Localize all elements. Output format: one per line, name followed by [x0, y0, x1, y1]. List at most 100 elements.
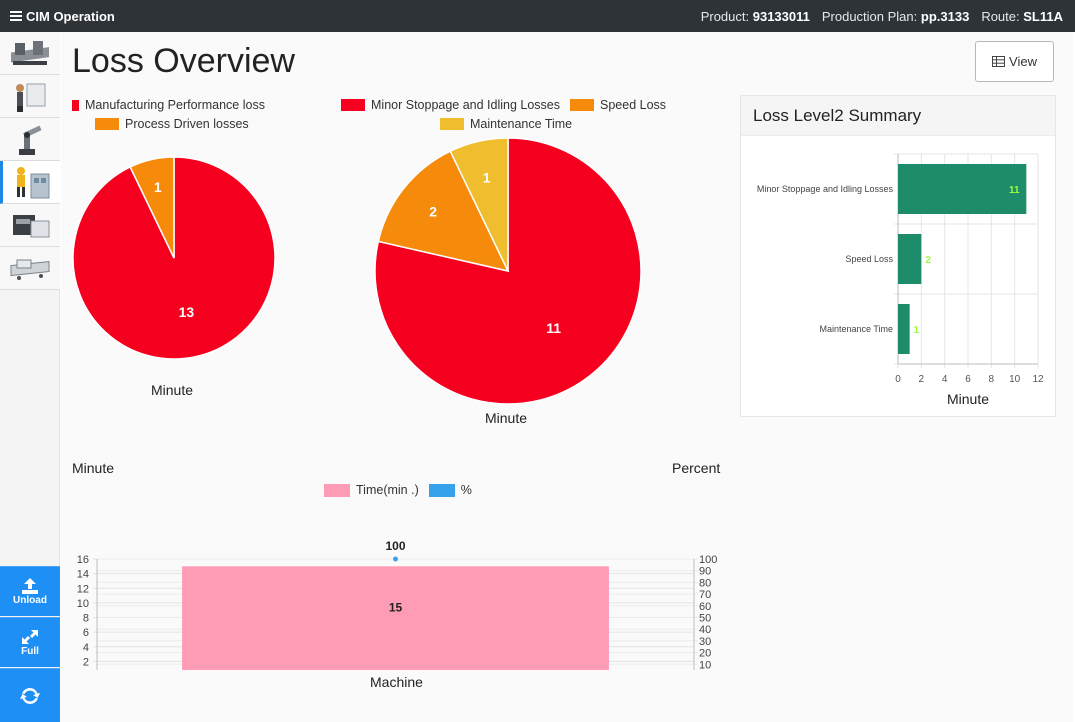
summary-bar-chart: 0 2 4 6 8 10 12Minor Stoppage and Idling Losse… — [757, 153, 1044, 407]
y-right-tick-label: 20 — [699, 648, 711, 660]
y-right-tick-label: 70 — [699, 589, 711, 601]
y-right-tick-label: 90 — [699, 566, 711, 578]
y-right-tick-label: 100 — [699, 554, 717, 566]
product-value: 93133011 — [752, 8, 810, 24]
x-tick-label: 4 — [942, 374, 948, 385]
y-left-tick-label: 16 — [77, 554, 89, 566]
page-title: Loss Overview — [72, 42, 295, 80]
refresh-icon — [20, 687, 40, 704]
bar — [898, 164, 1027, 214]
full-label: Full — [21, 646, 39, 657]
plan-value: pp.3133 — [920, 8, 970, 24]
x-tick-label: 10 — [1009, 374, 1021, 385]
legend-swatch — [95, 118, 119, 130]
top-bar: CIM Operation Product: 93133011 Producti… — [0, 0, 1075, 32]
right-axis-title: Percent — [672, 460, 721, 476]
y-tick-label: Maintenance Time — [819, 324, 893, 334]
machine-icon — [13, 215, 50, 238]
x-axis-title: Machine — [370, 674, 423, 690]
sidebar-item-machine[interactable] — [0, 204, 60, 247]
y-left-tick-label: 14 — [77, 569, 89, 581]
legend-swatch — [341, 99, 365, 111]
combo-legend: Time(min .) % — [324, 483, 472, 497]
app-title: CIM Operation — [26, 8, 115, 24]
y-tick-label: Minor Stoppage and Idling Losses — [757, 184, 894, 194]
y-right-tick-label: 50 — [699, 613, 711, 625]
assembly-line-icon — [11, 41, 49, 65]
legend-label[interactable]: Process Driven losses — [125, 117, 249, 131]
y-left-tick-label: 6 — [83, 627, 89, 639]
pie1-legend-2: Process Driven losses — [95, 117, 249, 131]
legend-label[interactable]: Speed Loss — [600, 98, 666, 112]
x-tick-label: 12 — [1032, 374, 1044, 385]
x-tick-label: 2 — [919, 374, 925, 385]
pie-data-label: 11 — [546, 320, 561, 336]
sidebar-item-operator[interactable] — [0, 161, 60, 204]
x-tick-label: 8 — [989, 374, 995, 385]
bar-data-label: 15 — [389, 600, 403, 614]
main-content: Loss Overview View Manufacturing Perform… — [61, 32, 1073, 722]
legend-label[interactable]: % — [461, 483, 472, 497]
expand-icon — [22, 630, 38, 644]
sidebar-item-assembly[interactable] — [0, 32, 60, 75]
legend-label[interactable]: Time(min .) — [356, 483, 419, 497]
pie2-caption: Minute — [485, 410, 528, 426]
bar — [182, 566, 609, 670]
loss-summary-panel: Loss Level2 Summary 0 2 4 6 8 10 12 Minor Stopp… — [740, 95, 1056, 417]
legend-label[interactable]: Minor Stoppage and Idling Losses — [371, 98, 560, 112]
production-info: Product: 93133011 Production Plan: pp.31… — [701, 9, 1063, 24]
inspection-icon — [16, 83, 46, 112]
x-tick-label: 0 — [895, 374, 901, 385]
y-right-tick-label: 80 — [699, 577, 711, 589]
menu-icon[interactable] — [10, 9, 22, 23]
pie2-legend-2: Maintenance Time — [440, 117, 572, 131]
machine-combo-chart: 0246810121416010203040506070809010015100… — [77, 539, 717, 670]
percent-point — [393, 556, 398, 562]
robot-arm-icon — [19, 125, 42, 155]
pie1-legend: Manufacturing Performance loss — [72, 98, 265, 112]
route-value: SL11A — [1023, 8, 1063, 24]
x-axis-title: Minute — [947, 391, 989, 407]
y-left-tick-label: 10 — [77, 598, 89, 610]
legend-label[interactable]: Maintenance Time — [470, 117, 572, 131]
pie-data-label: 1 — [154, 179, 162, 195]
app-brand[interactable]: CIM Operation — [10, 9, 115, 24]
legend-swatch — [324, 483, 350, 497]
unload-label: Unload — [13, 595, 47, 606]
table-icon — [992, 56, 1006, 67]
legend-swatch — [428, 483, 455, 497]
pie-data-label: 13 — [179, 304, 195, 320]
left-axis-title: Minute — [72, 460, 115, 476]
pie-data-label: 1 — [483, 170, 491, 186]
summary-title: Loss Level2 Summary — [741, 96, 1055, 136]
pie2-legend: Minor Stoppage and Idling Losses Speed L… — [341, 98, 666, 112]
view-label: View — [1009, 54, 1037, 69]
product-label: Product: — [700, 8, 750, 24]
refresh-button[interactable] — [0, 668, 60, 722]
pie1-caption: Minute — [151, 382, 194, 398]
upload-icon — [22, 578, 38, 594]
unload-button[interactable]: Unload — [0, 566, 60, 616]
sidebar-item-conveyor[interactable] — [0, 247, 60, 290]
bar — [898, 304, 910, 354]
bar-data-label: 1 — [914, 325, 920, 336]
view-button[interactable]: View — [975, 41, 1054, 82]
point-data-label: 100 — [385, 539, 405, 553]
legend-label[interactable]: Manufacturing Performance loss — [85, 98, 265, 112]
y-right-tick-label: 40 — [699, 624, 711, 636]
conveyor-icon — [10, 259, 50, 280]
y-left-tick-label: 2 — [83, 656, 89, 668]
sidebar-item-inspection[interactable] — [0, 75, 60, 118]
y-right-tick-label: 10 — [699, 659, 711, 670]
bar — [898, 234, 922, 284]
y-left-tick-label: 4 — [83, 642, 89, 654]
legend-swatch — [440, 118, 464, 130]
y-right-tick-label: 60 — [699, 601, 711, 613]
bar-data-label: 2 — [925, 255, 931, 266]
y-left-tick-label: 8 — [83, 613, 89, 625]
y-tick-label: Speed Loss — [845, 254, 893, 264]
bar-data-label: 11 — [1009, 185, 1020, 196]
full-screen-button[interactable]: Full — [0, 617, 60, 667]
route-label: Route: — [981, 8, 1020, 24]
sidebar-item-robot[interactable] — [0, 118, 60, 161]
